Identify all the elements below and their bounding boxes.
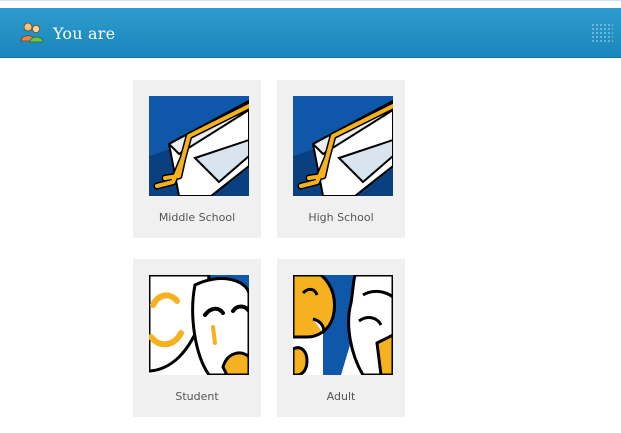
panel-title: You are [53,24,116,43]
option-label: Adult [326,390,356,403]
option-adult[interactable]: Adult [277,259,405,417]
users-icon [20,22,44,43]
option-high-school[interactable]: High School [277,80,405,238]
panel-header: You are [0,8,621,58]
option-label: Middle School [158,211,236,224]
option-student[interactable]: Student [133,259,261,417]
graduation-cap-icon [149,96,249,196]
theater-masks-icon [293,275,393,375]
graduation-cap-icon [293,96,393,196]
you-are-panel: You are Middle School High School Studen… [0,0,621,433]
option-label: High School [308,211,374,224]
option-label: Student [175,390,219,403]
theater-masks-icon [149,275,249,375]
drag-handle[interactable] [591,23,613,43]
option-middle-school[interactable]: Middle School [133,80,261,238]
